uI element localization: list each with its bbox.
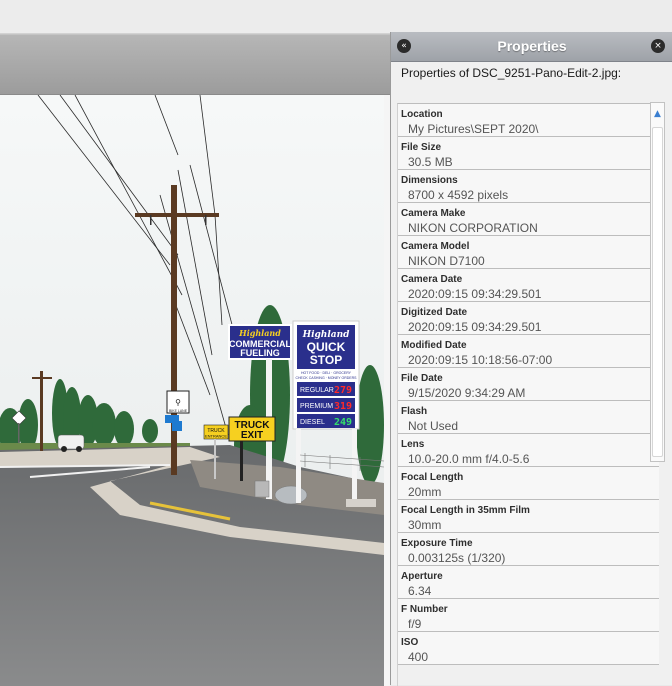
- svg-text:⚲: ⚲: [175, 398, 181, 407]
- property-row-flash: Flash Not Used: [398, 401, 659, 434]
- property-value: 0.003125s (1/320): [408, 551, 506, 565]
- property-row-aperture: Aperture 6.34: [398, 566, 659, 599]
- property-row-dimensions: Dimensions 8700 x 4592 pixels: [398, 170, 659, 203]
- property-value: 2020:09:15 09:34:29.501: [408, 320, 542, 334]
- highland-script-2: Highland: [302, 330, 351, 340]
- truck-entrance-sign-line2: ENTRANCE: [205, 434, 227, 439]
- property-value: 10.0-20.0 mm f/4.0-5.6: [408, 452, 530, 466]
- price-diesel: 249: [334, 417, 352, 428]
- photo-viewport[interactable]: ⚲ BIKE LANE TRUCK ENTRANCE Highland COMM…: [0, 95, 384, 686]
- price-premium: 319: [334, 401, 352, 412]
- price-label-regular: REGULAR: [300, 387, 334, 394]
- truck-exit-sign-line2: EXIT: [241, 430, 263, 441]
- property-value: 20mm: [408, 485, 442, 499]
- scroll-thumb[interactable]: [652, 127, 663, 457]
- property-label: Focal Length in 35mm Film: [401, 505, 530, 516]
- property-row-modified-date: Modified Date 2020:09:15 10:18:56-07:00: [398, 335, 659, 368]
- property-value: f/9: [408, 617, 422, 631]
- collapse-icon[interactable]: «: [397, 39, 411, 53]
- property-label: Focal Length: [401, 472, 464, 483]
- commercial-sign-line2: FUELING: [240, 348, 280, 358]
- image-viewer: ⚲ BIKE LANE TRUCK ENTRANCE Highland COMM…: [0, 34, 390, 686]
- price-label-diesel: DIESEL: [300, 419, 325, 426]
- price-label-premium: PREMIUM: [300, 403, 333, 410]
- property-label: File Date: [401, 373, 443, 384]
- property-row-focal-length-35mm: Focal Length in 35mm Film 30mm: [398, 500, 659, 533]
- properties-header: « Properties ×: [391, 32, 672, 62]
- property-label: Camera Make: [401, 208, 466, 219]
- close-icon[interactable]: ×: [651, 39, 665, 53]
- properties-list[interactable]: Location My Pictures\SEPT 2020\ File Siz…: [397, 103, 659, 686]
- stop-sign-text: STOP: [310, 353, 342, 367]
- property-value: Not Used: [408, 419, 459, 433]
- property-label: Modified Date: [401, 340, 467, 351]
- properties-panel: « Properties × Properties of DSC_9251-Pa…: [390, 32, 672, 686]
- property-label: Flash: [401, 406, 428, 417]
- property-row-digitized-date: Digitized Date 2020:09:15 09:34:29.501: [398, 302, 659, 335]
- property-label: Lens: [401, 439, 425, 450]
- property-row-file-date: File Date 9/15/2020 9:34:29 AM: [398, 368, 659, 401]
- property-value: 2020:09:15 10:18:56-07:00: [408, 353, 553, 367]
- property-row-file-size: File Size 30.5 MB: [398, 137, 659, 170]
- property-value: 6.34: [408, 584, 432, 598]
- property-value: NIKON D7100: [408, 254, 485, 268]
- property-row-exposure-time: Exposure Time 0.003125s (1/320): [398, 533, 659, 566]
- panel-title: Properties: [497, 38, 567, 54]
- sign-tagline-1: HOT FOOD · DELI · GROCERY: [301, 371, 352, 375]
- property-row-iso: ISO 400: [398, 632, 659, 665]
- property-row-lens: Lens 10.0-20.0 mm f/4.0-5.6: [398, 434, 659, 467]
- property-value: 400: [408, 650, 429, 664]
- sign-tagline-2: CHECK CASHING · MONEY ORDERS: [296, 376, 358, 380]
- photo-image: ⚲ BIKE LANE TRUCK ENTRANCE Highland COMM…: [0, 95, 384, 686]
- price-regular: 279: [334, 385, 352, 396]
- highland-script-1: Highland: [238, 328, 281, 338]
- property-value: My Pictures\SEPT 2020\: [408, 122, 539, 136]
- property-value: 30.5 MB: [408, 155, 453, 169]
- property-value: 2020:09:15 09:34:29.501: [408, 287, 542, 301]
- property-label: Camera Model: [401, 241, 470, 252]
- image-toolbar: [0, 35, 390, 95]
- bike-lane-sign-text: BIKE LANE: [169, 409, 188, 413]
- property-value: NIKON CORPORATION: [408, 221, 538, 235]
- app-top-bar: [0, 0, 672, 34]
- property-label: ISO: [401, 637, 419, 648]
- properties-subtitle: Properties of DSC_9251-Pano-Edit-2.jpg:: [401, 66, 622, 80]
- property-label: F Number: [401, 604, 448, 615]
- property-row-camera-make: Camera Make NIKON CORPORATION: [398, 203, 659, 236]
- property-value: 9/15/2020 9:34:29 AM: [408, 386, 526, 400]
- property-label: Camera Date: [401, 274, 463, 285]
- property-row-camera-date: Camera Date 2020:09:15 09:34:29.501: [398, 269, 659, 302]
- property-row-focal-length: Focal Length 20mm: [398, 467, 659, 500]
- property-row-f-number: F Number f/9: [398, 599, 659, 632]
- property-value: 30mm: [408, 518, 442, 532]
- properties-scrollbar[interactable]: ▲: [650, 102, 665, 462]
- property-label: Digitized Date: [401, 307, 468, 318]
- property-row-camera-model: Camera Model NIKON D7100: [398, 236, 659, 269]
- quick-sign-text: QUICK: [307, 340, 346, 354]
- property-value: 8700 x 4592 pixels: [408, 188, 509, 202]
- property-label: Location: [401, 109, 443, 120]
- scroll-track: [665, 462, 671, 685]
- property-label: Dimensions: [401, 175, 458, 186]
- property-label: Exposure Time: [401, 538, 473, 549]
- property-label: File Size: [401, 142, 442, 153]
- scroll-up-icon[interactable]: ▲: [651, 103, 664, 125]
- property-row-location: Location My Pictures\SEPT 2020\: [398, 104, 659, 137]
- property-label: Aperture: [401, 571, 443, 582]
